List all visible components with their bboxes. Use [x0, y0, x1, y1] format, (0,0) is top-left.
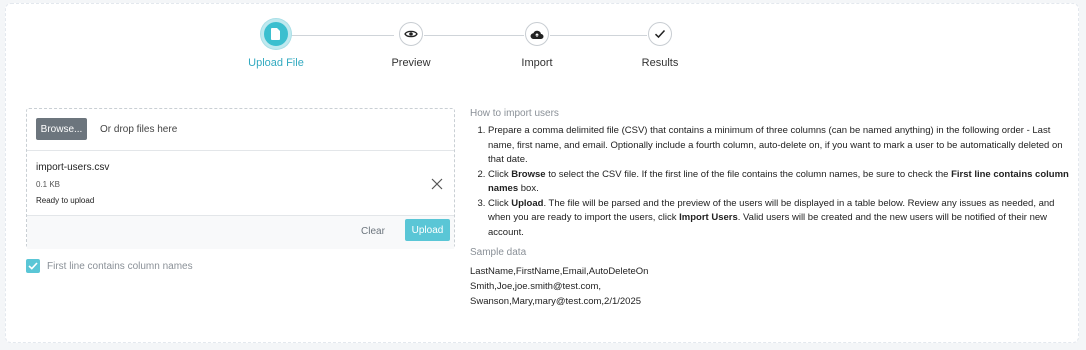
step-label: Import	[521, 57, 553, 69]
check-icon	[648, 22, 672, 46]
cloud-upload-icon	[525, 22, 549, 46]
dropzone-header: Browse... Or drop files here	[27, 109, 454, 151]
drop-hint: Or drop files here	[100, 124, 178, 135]
dropzone-footer: Clear Upload	[27, 216, 454, 249]
sample-line: Swanson,Mary,mary@test.com,2/1/2025	[470, 296, 642, 307]
sample-line: LastName,FirstName,Email,AutoDeleteOn	[470, 266, 649, 277]
file-size: 0.1 KB	[36, 180, 61, 189]
file-name: import-users.csv	[36, 162, 110, 173]
step-label: Results	[641, 57, 679, 69]
file-dropzone[interactable]: Browse... Or drop files here import-user…	[26, 108, 455, 249]
step-label: Upload File	[248, 57, 304, 69]
instruction-step: Click Browse to select the CSV file. If …	[488, 168, 1078, 197]
step-preview[interactable]: Preview	[351, 22, 471, 69]
instruction-step: Click Upload. The file will be parsed an…	[488, 197, 1078, 241]
first-line-checkbox-row[interactable]: First line contains column names	[26, 259, 193, 273]
browse-button[interactable]: Browse...	[36, 118, 87, 140]
close-icon[interactable]	[430, 177, 444, 191]
sample-line: Smith,Joe,joe.smith@test.com,	[470, 281, 602, 292]
first-line-checkbox[interactable]	[26, 259, 40, 273]
import-stepper: Upload File Preview Import Results	[0, 0, 1086, 80]
file-list-item: import-users.csv 0.1 KB Ready to upload	[27, 151, 454, 216]
step-upload-file[interactable]: Upload File	[216, 19, 336, 69]
eye-icon	[399, 22, 423, 46]
file-icon	[261, 19, 291, 49]
checkbox-label: First line contains column names	[47, 260, 193, 272]
upload-button[interactable]: Upload	[405, 219, 450, 241]
step-results[interactable]: Results	[600, 22, 720, 69]
file-status: Ready to upload	[36, 196, 95, 205]
instruction-step: Prepare a comma delimited file (CSV) tha…	[488, 124, 1078, 168]
sample-data-title: Sample data	[470, 247, 527, 258]
instructions-list: Prepare a comma delimited file (CSV) tha…	[470, 124, 1078, 240]
howto-title: How to import users	[470, 108, 559, 119]
step-label: Preview	[391, 57, 431, 69]
step-import[interactable]: Import	[477, 22, 597, 69]
clear-button[interactable]: Clear	[361, 226, 385, 237]
